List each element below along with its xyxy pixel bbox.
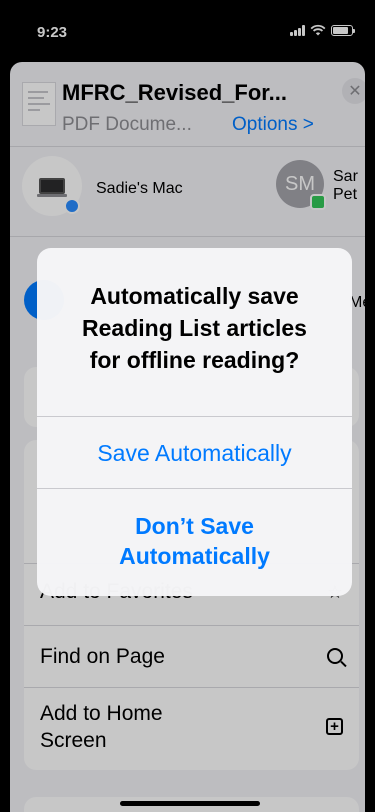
dont-save-line1: Don’t Save	[135, 513, 254, 539]
dont-save-automatically-button[interactable]: Don’t Save Automatically	[37, 488, 352, 596]
home-indicator	[120, 801, 260, 806]
save-automatically-button[interactable]: Save Automatically	[37, 416, 352, 488]
alert-title-line3: for offline reading?	[89, 347, 300, 373]
alert-title-line1: Automatically save	[90, 283, 299, 309]
alert-dialog: Automatically save Reading List articles…	[37, 248, 352, 596]
alert-title-line2: Reading List articles	[82, 315, 307, 341]
dont-save-line2: Automatically	[119, 543, 270, 569]
alert-title: Automatically save Reading List articles…	[57, 280, 332, 376]
